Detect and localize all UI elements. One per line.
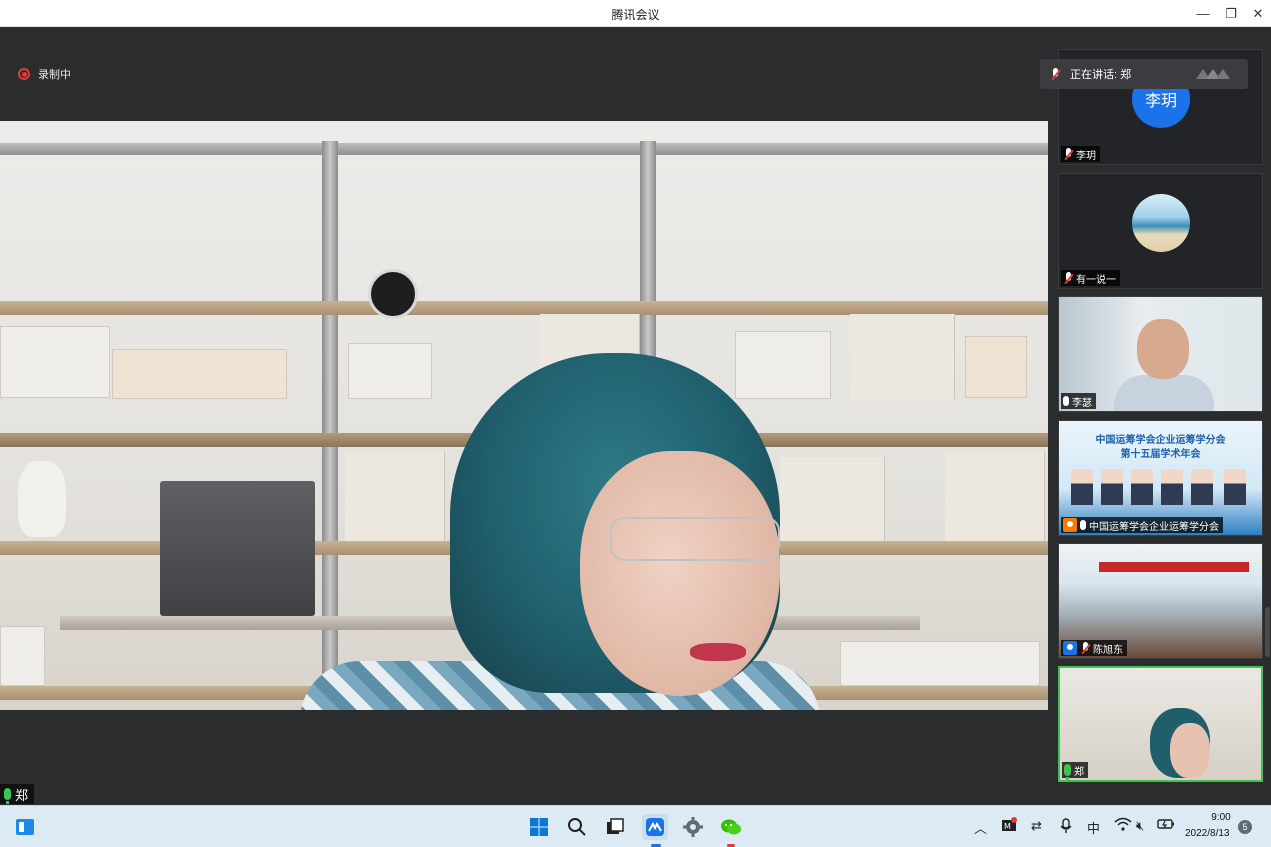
network-transfer-icon[interactable]: ⇄ — [1031, 818, 1042, 834]
main-stage: 录制中 — [0, 27, 1048, 805]
poster-title: 中国运筹学会企业运筹学分会 — [1095, 435, 1226, 446]
speaker-photo — [1131, 469, 1153, 505]
shelf-top-rail — [0, 143, 1048, 155]
input-method-indicator[interactable]: 中 — [1087, 818, 1100, 837]
speaker-photo — [1161, 469, 1183, 505]
participant-tile[interactable]: 有一说一 — [1058, 173, 1263, 289]
participant-name: 有一说一 — [1076, 274, 1116, 286]
speaker-mouth — [690, 643, 746, 661]
clock-time[interactable]: 9:00 — [1206, 812, 1236, 823]
search-icon[interactable] — [564, 814, 590, 840]
speaker-photo — [1101, 469, 1123, 505]
tencent-meeting-icon[interactable] — [642, 814, 668, 840]
storage-box — [735, 331, 831, 399]
participant-label: 李瑟 — [1061, 393, 1096, 409]
participant-tile[interactable]: 李瑟 — [1058, 296, 1263, 412]
speaker-glasses — [610, 517, 780, 561]
participant-name: 陈旭东 — [1093, 644, 1123, 656]
show-hidden-icons-chevron-up-icon[interactable]: ︿ — [974, 818, 987, 837]
participant-video — [1060, 668, 1261, 780]
storage-box — [0, 326, 110, 398]
mic-on-icon — [1080, 520, 1086, 530]
meeting-room-banner — [1099, 562, 1249, 572]
windows-start-icon[interactable] — [526, 814, 552, 840]
laptop — [160, 481, 315, 616]
books — [345, 451, 445, 541]
speaker-face — [580, 451, 780, 696]
volume-muted-icon[interactable]: 🔇︎ — [1136, 818, 1144, 834]
svg-text:M: M — [1004, 822, 1011, 831]
host-icon — [1063, 518, 1077, 532]
mic-muted-icon — [1050, 68, 1060, 80]
wechat-icon[interactable] — [718, 814, 744, 840]
mic-on-icon — [1064, 764, 1071, 780]
storage-box — [840, 641, 1040, 686]
avatar — [1132, 194, 1190, 252]
participant-head — [1137, 319, 1189, 379]
participant-label: 李玥 — [1061, 146, 1100, 162]
storage-box — [112, 349, 287, 399]
participant-name: 郑 — [1074, 766, 1084, 778]
microphone-icon[interactable] — [1060, 818, 1072, 837]
mic-muted-icon — [1063, 272, 1073, 284]
participant-name: 中国运筹学会企业运筹学分会 — [1089, 521, 1219, 533]
books — [780, 457, 885, 541]
speaker-photo — [1224, 469, 1246, 505]
app-tray-icon[interactable]: M — [1001, 817, 1017, 836]
panel-scrollbar[interactable] — [1265, 607, 1270, 657]
speaker-photo — [1191, 469, 1213, 505]
recording-label: 录制中 — [38, 69, 71, 81]
user-icon — [1063, 641, 1077, 655]
participant-tile[interactable]: 陈旭东 — [1058, 543, 1263, 659]
participant-label: 陈旭东 — [1061, 640, 1127, 656]
participant-face — [1170, 723, 1210, 778]
clock-date[interactable]: 2022/8/13 — [1185, 828, 1230, 839]
participant-tile-active[interactable]: 郑 — [1058, 666, 1263, 782]
tencent-meeting-window: 腾讯会议 — ❐ ✕ 录制中 郑 李玥 李玥 正在讲话: 郑 有一说一 李瑟 中… — [0, 0, 1271, 847]
battery-icon[interactable] — [1157, 816, 1175, 835]
record-icon — [18, 68, 30, 80]
shelf-board — [0, 301, 1048, 315]
now-speaking-bar: 正在讲话: 郑 — [1040, 59, 1248, 89]
participant-name: 李瑟 — [1072, 397, 1092, 409]
now-speaking-label: 正在讲话: 郑 — [1070, 69, 1132, 81]
storage-box — [965, 336, 1027, 398]
main-speaker-name-tag: 郑 — [0, 784, 35, 804]
windows-taskbar: ︿ M ⇄ 中 🔇︎ 9:00 2022/8/13 5 — [0, 805, 1271, 847]
main-speaker-name: 郑 — [15, 787, 29, 803]
vase — [18, 461, 66, 537]
notification-count-badge[interactable]: 5 — [1238, 820, 1252, 834]
window-title: 腾讯会议 — [611, 8, 660, 22]
tencent-meeting-logo-icon — [1196, 69, 1230, 79]
participant-tile[interactable]: 中国运筹学会企业运筹学分会 第十五届学术年会 中国运筹学会企业运筹学分会 — [1058, 420, 1263, 536]
task-view-icon[interactable] — [602, 814, 628, 840]
books — [945, 451, 1045, 541]
mic-muted-icon — [1063, 148, 1073, 160]
poster-subtitle: 第十五届学术年会 — [1120, 449, 1201, 460]
books — [850, 314, 955, 399]
speaker-photo — [1071, 469, 1093, 505]
main-speaker-video — [0, 121, 1048, 710]
wifi-icon[interactable] — [1114, 816, 1132, 835]
participant-label: 有一说一 — [1061, 270, 1120, 286]
participant-name: 李玥 — [1076, 150, 1096, 162]
storage-box — [348, 343, 432, 399]
title-bar: 腾讯会议 — ❐ ✕ — [0, 0, 1271, 27]
storage-box — [0, 626, 45, 686]
mic-on-icon — [1063, 396, 1069, 406]
mic-on-icon — [4, 788, 11, 804]
widgets-icon[interactable] — [12, 814, 38, 840]
settings-icon[interactable] — [680, 814, 706, 840]
recording-indicator[interactable]: 录制中 — [18, 66, 71, 82]
participant-label: 郑 — [1062, 762, 1088, 780]
participant-label: 中国运筹学会企业运筹学分会 — [1061, 517, 1223, 533]
wall-clock — [368, 269, 418, 319]
mic-muted-icon — [1080, 642, 1090, 654]
close-button[interactable]: ✕ — [1242, 0, 1271, 27]
participant-body — [1114, 375, 1214, 411]
